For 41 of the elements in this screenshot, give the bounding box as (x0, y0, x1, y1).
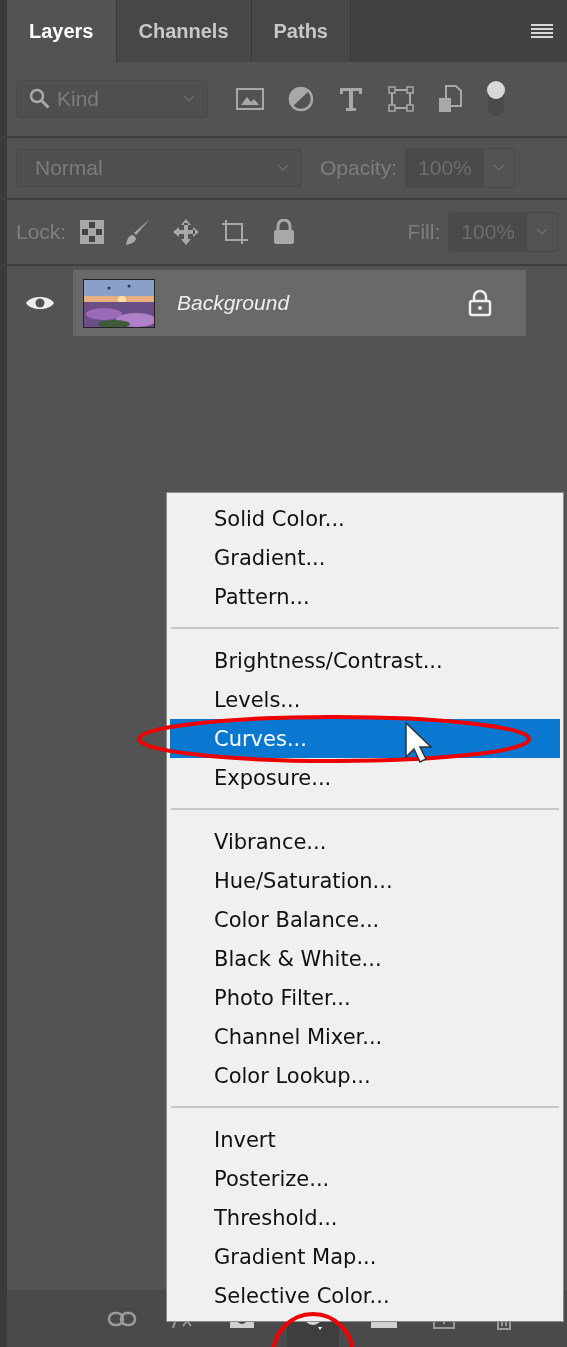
menu-item[interactable]: Gradient Map... (170, 1237, 560, 1276)
chevron-icon (183, 95, 195, 103)
menu-item[interactable]: Levels... (170, 680, 560, 719)
menu-item[interactable]: Channel Mixer... (170, 1017, 560, 1056)
menu-item[interactable]: Posterize... (170, 1159, 560, 1198)
type-icon[interactable] (338, 86, 364, 112)
move-icon[interactable] (172, 218, 201, 246)
half-circle-icon[interactable] (288, 86, 314, 112)
chevron-icon (492, 164, 505, 172)
menu-item[interactable]: Hue/Saturation... (170, 861, 560, 900)
menu-item[interactable]: Brightness/Contrast... (170, 641, 560, 680)
transform-icon[interactable] (388, 86, 414, 112)
image-icon[interactable] (236, 88, 264, 110)
menu-item[interactable]: Color Balance... (170, 900, 560, 939)
menu-item[interactable]: Gradient... (170, 538, 560, 577)
search-icon (29, 88, 51, 110)
chevron-icon (536, 228, 548, 236)
panel-tab[interactable]: Paths (251, 0, 351, 62)
checker-icon[interactable] (80, 220, 105, 244)
menu-item[interactable]: Color Lookup... (170, 1056, 560, 1095)
link-icon[interactable] (107, 1310, 137, 1327)
menu-item[interactable]: Solid Color... (170, 499, 560, 538)
menu-item[interactable]: Threshold... (170, 1198, 560, 1237)
menu-item[interactable]: Black & White... (170, 939, 560, 978)
lock-icon[interactable] (272, 219, 297, 245)
panel-tab[interactable]: Layers (7, 0, 117, 62)
layer-row[interactable]: Background (73, 270, 526, 336)
mouse-pointer-icon (404, 721, 434, 765)
menu-item[interactable]: Photo Filter... (170, 978, 560, 1017)
menu-item[interactable]: Invert (170, 1120, 560, 1159)
menu-item[interactable]: Pattern... (170, 577, 560, 616)
toggle-switch[interactable] (486, 80, 506, 118)
chevron-icon (277, 164, 289, 172)
eye-icon[interactable] (25, 294, 55, 312)
menu-icon[interactable] (531, 23, 553, 39)
document-icon[interactable] (438, 85, 462, 113)
panel-tab[interactable]: Channels (116, 0, 252, 62)
brush-icon[interactable] (124, 217, 153, 247)
layer-name: Background (177, 291, 291, 315)
menu-item[interactable]: Selective Color... (170, 1276, 560, 1315)
menu-item[interactable]: Vibrance... (170, 822, 560, 861)
